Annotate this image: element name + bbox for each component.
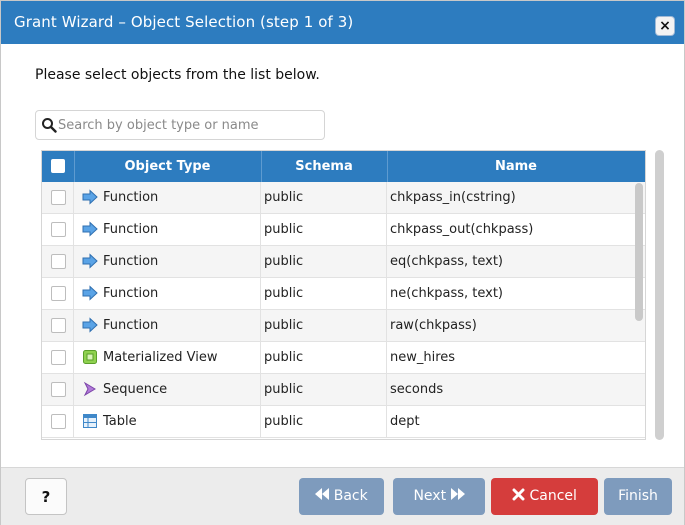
cancel-button-label: Cancel [529,488,577,504]
object-type-cell: Function [74,310,261,341]
dialog-footer: ? Back Next Cancel Finish [1,467,684,525]
column-header-object-type[interactable]: Object Type [74,151,262,182]
object-type-label: Function [103,286,159,301]
row-checkbox[interactable] [51,382,66,397]
row-select-cell [42,406,74,437]
object-type-cell: Function [74,182,261,213]
table-row[interactable]: Function public chkpass_out(chkpass) [42,214,645,246]
search-box[interactable] [35,110,325,140]
cancel-x-icon [512,488,525,500]
close-icon: × [659,18,671,34]
schema-cell: public [261,310,387,341]
object-type-label: Function [103,254,159,269]
schema-cell: public [261,406,387,437]
table-row[interactable]: Sequence public seconds [42,374,645,406]
object-type-label: Function [103,190,159,205]
object-type-label: Materialized View [103,350,218,365]
object-grid: Object Type Schema Name Function public … [41,150,646,440]
cancel-button[interactable]: Cancel [491,478,598,515]
search-icon [42,118,57,133]
object-type-cell: Function [74,278,261,309]
search-input[interactable] [58,115,320,135]
back-button[interactable]: Back [299,478,384,515]
row-checkbox[interactable] [51,286,66,301]
name-cell: ne(chkpass, text) [390,286,503,301]
help-button[interactable]: ? [25,478,67,515]
materialized-view-icon [83,349,97,364]
name-cell: seconds [390,382,444,397]
select-all-cell [42,151,75,182]
back-button-label: Back [333,488,368,504]
function-icon [82,252,98,269]
row-checkbox[interactable] [51,414,66,429]
schema-cell: public [261,278,387,309]
row-select-cell [42,310,74,341]
row-checkbox[interactable] [51,190,66,205]
name-cell: chkpass_in(cstring) [390,190,516,205]
select-all-checkbox[interactable] [51,159,65,173]
schema-cell: public [261,182,387,213]
table-row[interactable]: Materialized View public new_hires [42,342,645,374]
object-type-cell: Function [74,246,261,277]
object-type-label: Sequence [103,382,168,397]
function-icon [82,316,98,333]
row-checkbox[interactable] [51,350,66,365]
table-row[interactable]: Function public raw(chkpass) [42,310,645,342]
finish-button[interactable]: Finish [604,478,672,515]
panel-scrollbar[interactable] [655,150,664,440]
object-type-cell: Table [74,406,261,437]
object-type-cell: Materialized View [74,342,261,373]
dialog-title: Grant Wizard – Object Selection (step 1 … [14,13,354,31]
row-checkbox[interactable] [51,254,66,269]
row-select-cell [42,246,74,277]
grid-header: Object Type Schema Name [42,151,645,182]
dialog-titlebar[interactable]: Grant Wizard – Object Selection (step 1 … [1,1,684,44]
sequence-icon [83,381,96,396]
schema-cell: public [261,246,387,277]
table-icon [83,413,97,428]
row-checkbox[interactable] [51,222,66,237]
schema-cell: public [261,374,387,405]
schema-cell: public [261,214,387,245]
name-cell: eq(chkpass, text) [390,254,503,269]
object-type-label: Function [103,318,159,333]
grid-scrollbar[interactable] [635,183,643,321]
object-type-cell: Function [74,214,261,245]
row-select-cell [42,342,74,373]
next-button[interactable]: Next [393,478,485,515]
name-cell: new_hires [390,350,456,365]
row-select-cell [42,182,74,213]
function-icon [82,284,98,301]
back-arrows-icon [315,488,330,500]
function-icon [82,220,98,237]
table-row[interactable]: Function public eq(chkpass, text) [42,246,645,278]
object-type-label: Function [103,222,159,237]
object-type-cell: Sequence [74,374,261,405]
schema-cell: public [261,342,387,373]
name-cell: dept [390,414,420,429]
object-type-label: Table [103,414,137,429]
grant-wizard-dialog: Grant Wizard – Object Selection (step 1 … [0,0,685,525]
next-arrows-icon [450,488,465,500]
close-button[interactable]: × [656,17,674,35]
row-select-cell [42,214,74,245]
name-cell: chkpass_out(chkpass) [390,222,534,237]
function-icon [82,188,98,205]
next-button-label: Next [413,488,447,504]
column-header-schema[interactable]: Schema [261,151,388,182]
table-row[interactable]: Function public ne(chkpass, text) [42,278,645,310]
table-row[interactable]: Function public chkpass_in(cstring) [42,182,645,214]
instruction-text: Please select objects from the list belo… [35,67,320,83]
row-select-cell [42,374,74,405]
row-select-cell [42,278,74,309]
table-row[interactable]: Table public dept [42,406,645,438]
row-checkbox[interactable] [51,318,66,333]
name-cell: raw(chkpass) [390,318,477,333]
column-header-name[interactable]: Name [387,151,645,182]
